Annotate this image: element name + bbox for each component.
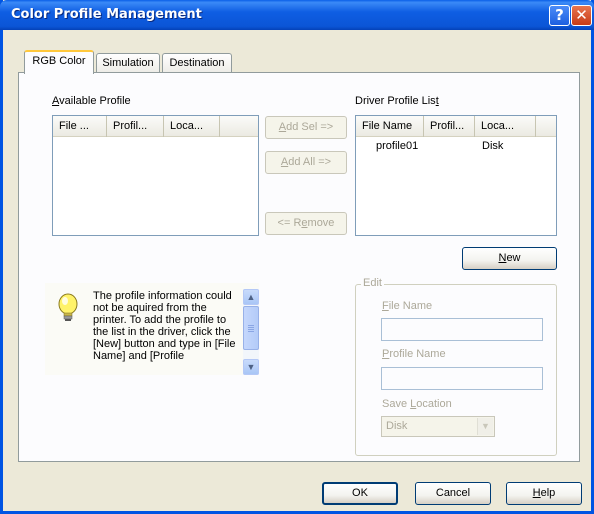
column-header-file[interactable]: File ... <box>53 116 107 137</box>
column-header-location[interactable]: Loca... <box>164 116 220 137</box>
lightbulb-icon <box>58 293 78 321</box>
new-button[interactable]: New <box>462 247 557 270</box>
file-name-input[interactable] <box>381 318 543 341</box>
driver-profile-list-label: Driver Profile List <box>355 95 439 107</box>
profile-name-label: Profile Name <box>382 348 446 360</box>
info-message-box: The profile information could not be aqu… <box>45 283 259 375</box>
driver-list-header: File Name Profil... Loca... <box>356 116 556 137</box>
close-button[interactable]: ✕ <box>571 5 592 26</box>
driver-profile-list[interactable]: File Name Profil... Loca... profile01 Di… <box>355 115 557 236</box>
help-title-button[interactable]: ? <box>549 5 570 26</box>
tab-destination[interactable]: Destination <box>162 53 232 74</box>
save-location-label: Save Location <box>382 398 452 410</box>
save-location-value: Disk <box>386 420 408 432</box>
column-header-profile[interactable]: Profil... <box>107 116 164 137</box>
add-selected-button[interactable]: Add Sel => <box>265 116 347 139</box>
column-header-profile[interactable]: Profil... <box>424 116 475 137</box>
list-item-file-name[interactable]: profile01 <box>376 140 418 152</box>
edit-group-caption: Edit <box>361 277 384 289</box>
tab-rgb-color[interactable]: RGB Color <box>24 50 94 74</box>
column-header-file-name[interactable]: File Name <box>356 116 424 137</box>
tab-simulation[interactable]: Simulation <box>96 53 160 74</box>
title-bar: Color Profile Management ? ✕ <box>0 0 594 30</box>
save-location-select[interactable]: Disk ▼ <box>381 416 495 437</box>
ok-button[interactable]: OK <box>322 482 398 505</box>
available-list-header: File ... Profil... Loca... <box>53 116 258 137</box>
cancel-button[interactable]: Cancel <box>415 482 491 505</box>
help-button[interactable]: Help <box>506 482 582 505</box>
available-profile-label: Available Profile <box>52 95 131 107</box>
scroll-up-arrow-icon[interactable]: ▲ <box>243 289 259 305</box>
add-all-button[interactable]: Add All => <box>265 151 347 174</box>
scroll-down-arrow-icon[interactable]: ▼ <box>243 359 259 375</box>
available-profile-list[interactable]: File ... Profil... Loca... <box>52 115 259 236</box>
chevron-down-icon[interactable]: ▼ <box>477 418 493 435</box>
column-header-location[interactable]: Loca... <box>475 116 536 137</box>
remove-button[interactable]: <= Remove <box>265 212 347 235</box>
list-item-location[interactable]: Disk <box>482 140 503 152</box>
scroll-thumb[interactable] <box>243 306 259 350</box>
profile-name-input[interactable] <box>381 367 543 390</box>
window-title: Color Profile Management <box>11 7 202 22</box>
file-name-label: File Name <box>382 300 433 312</box>
info-scrollbar[interactable]: ▲ ▼ <box>243 289 259 375</box>
info-message-text: The profile information could not be aqu… <box>93 290 236 362</box>
